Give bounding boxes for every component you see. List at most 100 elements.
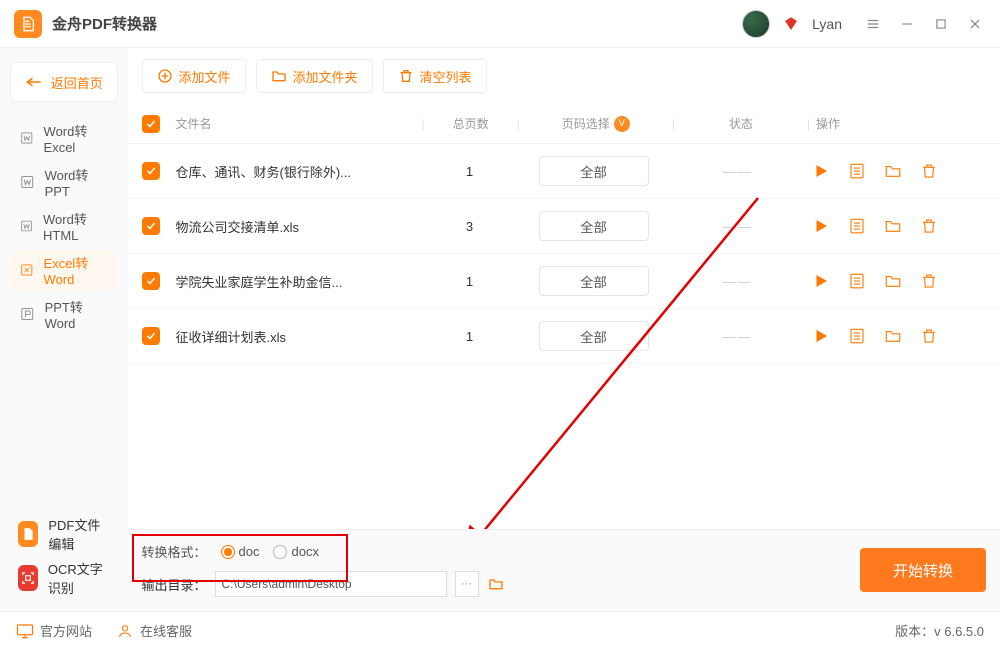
row-checkbox[interactable]: [142, 217, 160, 235]
content-area: 添加文件 添加文件夹 清空列表 文件名 | 总页数 | 页码选择V | 状态 |…: [128, 48, 1000, 611]
sidebar-item-word-html[interactable]: Word转HTML: [10, 206, 118, 246]
bottom-panel: 转换格式： doc docx 输出目录： ··· 开始转换: [128, 529, 1000, 611]
row-filename: 学院失业家庭学生补助金信...: [176, 272, 416, 291]
table-row: 仓库、通讯、财务(银行除外)... 1 全部 ——: [128, 144, 1000, 199]
radio-docx[interactable]: docx: [273, 544, 318, 560]
row-checkbox[interactable]: [142, 272, 160, 290]
row-ops: [812, 272, 982, 290]
excel-icon: [20, 262, 34, 278]
menu-button[interactable]: [862, 13, 884, 35]
detail-icon[interactable]: [848, 217, 866, 235]
row-filename: 物流公司交接清单.xls: [176, 217, 416, 236]
row-checkbox[interactable]: [142, 162, 160, 180]
ocr-button[interactable]: OCR文字识别: [10, 559, 118, 597]
folder-open-icon[interactable]: [884, 217, 902, 235]
add-file-button[interactable]: 添加文件: [142, 59, 246, 93]
row-ops: [812, 217, 982, 235]
select-all-checkbox[interactable]: [142, 115, 160, 133]
close-button[interactable]: [964, 13, 986, 35]
sidebar-item-word-ppt[interactable]: Word转PPT: [10, 162, 118, 202]
monitor-icon: [16, 623, 34, 639]
row-ops: [812, 327, 982, 345]
delete-icon[interactable]: [920, 162, 938, 180]
support-icon: [116, 623, 134, 639]
username[interactable]: Lyan: [812, 16, 842, 32]
row-pages: 1: [430, 274, 510, 289]
app-title: 金舟PDF转换器: [52, 13, 157, 34]
page-select-button[interactable]: 全部: [539, 211, 649, 241]
sidebar-item-excel-word[interactable]: Excel转Word: [10, 250, 118, 290]
table-row: 征收详细计划表.xls 1 全部 ——: [128, 309, 1000, 364]
avatar[interactable]: [742, 10, 770, 38]
row-status: ——: [678, 164, 798, 179]
clear-list-button[interactable]: 清空列表: [383, 59, 487, 93]
sidebar-item-word-excel[interactable]: Word转Excel: [10, 118, 118, 158]
sidebar: 返回首页 Word转Excel Word转PPT Word转HTML Excel…: [0, 48, 128, 611]
toolbar: 添加文件 添加文件夹 清空列表: [128, 48, 1000, 104]
play-icon[interactable]: [812, 272, 830, 290]
play-icon[interactable]: [812, 327, 830, 345]
title-bar: 金舟PDF转换器 Lyan: [0, 0, 1000, 48]
output-label: 输出目录：: [142, 575, 207, 594]
play-icon[interactable]: [812, 217, 830, 235]
word-icon: [20, 174, 35, 190]
row-checkbox[interactable]: [142, 327, 160, 345]
header-pages: 总页数: [431, 115, 511, 132]
header-ops: 操作: [816, 115, 986, 132]
row-pages: 3: [430, 219, 510, 234]
delete-icon[interactable]: [920, 327, 938, 345]
official-website-link[interactable]: 官方网站: [16, 621, 92, 640]
minimize-button[interactable]: [896, 13, 918, 35]
open-folder-icon[interactable]: [487, 576, 505, 592]
page-select-button[interactable]: 全部: [539, 321, 649, 351]
header-status: 状态: [681, 115, 801, 132]
row-filename: 仓库、通讯、财务(银行除外)...: [176, 162, 416, 181]
version-label: 版本：v 6.6.5.0: [895, 621, 984, 640]
row-status: ——: [678, 274, 798, 289]
word-icon: [20, 218, 33, 234]
browse-button[interactable]: ···: [455, 571, 479, 597]
row-pages: 1: [430, 329, 510, 344]
sidebar-item-label: Word转Excel: [44, 121, 108, 155]
row-filename: 征收详细计划表.xls: [176, 327, 416, 346]
add-file-label: 添加文件: [179, 67, 231, 86]
delete-icon[interactable]: [920, 217, 938, 235]
home-button-label: 返回首页: [51, 73, 103, 92]
radio-doc[interactable]: doc: [221, 544, 260, 560]
page-select-button[interactable]: 全部: [539, 266, 649, 296]
maximize-button[interactable]: [930, 13, 952, 35]
sidebar-item-label: Word转HTML: [43, 209, 107, 243]
header-page-select: 页码选择V: [526, 115, 666, 132]
table-row: 物流公司交接清单.xls 3 全部 ——: [128, 199, 1000, 254]
folder-open-icon[interactable]: [884, 162, 902, 180]
output-path-input[interactable]: [215, 571, 447, 597]
sidebar-item-label: PPT转Word: [45, 297, 108, 331]
table-header: 文件名 | 总页数 | 页码选择V | 状态 | 操作: [128, 104, 1000, 144]
header-filename: 文件名: [176, 115, 416, 132]
folder-open-icon[interactable]: [884, 327, 902, 345]
home-button[interactable]: 返回首页: [10, 62, 118, 102]
detail-icon[interactable]: [848, 272, 866, 290]
sidebar-item-ppt-word[interactable]: PPT转Word: [10, 294, 118, 334]
page-select-button[interactable]: 全部: [539, 156, 649, 186]
folder-open-icon[interactable]: [884, 272, 902, 290]
sidebar-item-label: Excel转Word: [44, 253, 108, 287]
pdf-edit-button[interactable]: PDF文件编辑: [10, 515, 118, 553]
ocr-label: OCR文字识别: [48, 559, 110, 597]
add-folder-label: 添加文件夹: [293, 67, 358, 86]
format-label: 转换格式：: [142, 542, 207, 561]
delete-icon[interactable]: [920, 272, 938, 290]
sidebar-item-label: Word转PPT: [45, 165, 108, 199]
pdf-edit-label: PDF文件编辑: [48, 515, 109, 553]
detail-icon[interactable]: [848, 162, 866, 180]
detail-icon[interactable]: [848, 327, 866, 345]
pdf-edit-icon: [18, 521, 38, 547]
vip-diamond-icon[interactable]: [782, 15, 800, 33]
word-icon: [20, 130, 34, 146]
add-folder-button[interactable]: 添加文件夹: [256, 59, 373, 93]
start-convert-button[interactable]: 开始转换: [860, 548, 986, 592]
support-link[interactable]: 在线客服: [116, 621, 192, 640]
ppt-icon: [20, 306, 35, 322]
play-icon[interactable]: [812, 162, 830, 180]
row-status: ——: [678, 219, 798, 234]
